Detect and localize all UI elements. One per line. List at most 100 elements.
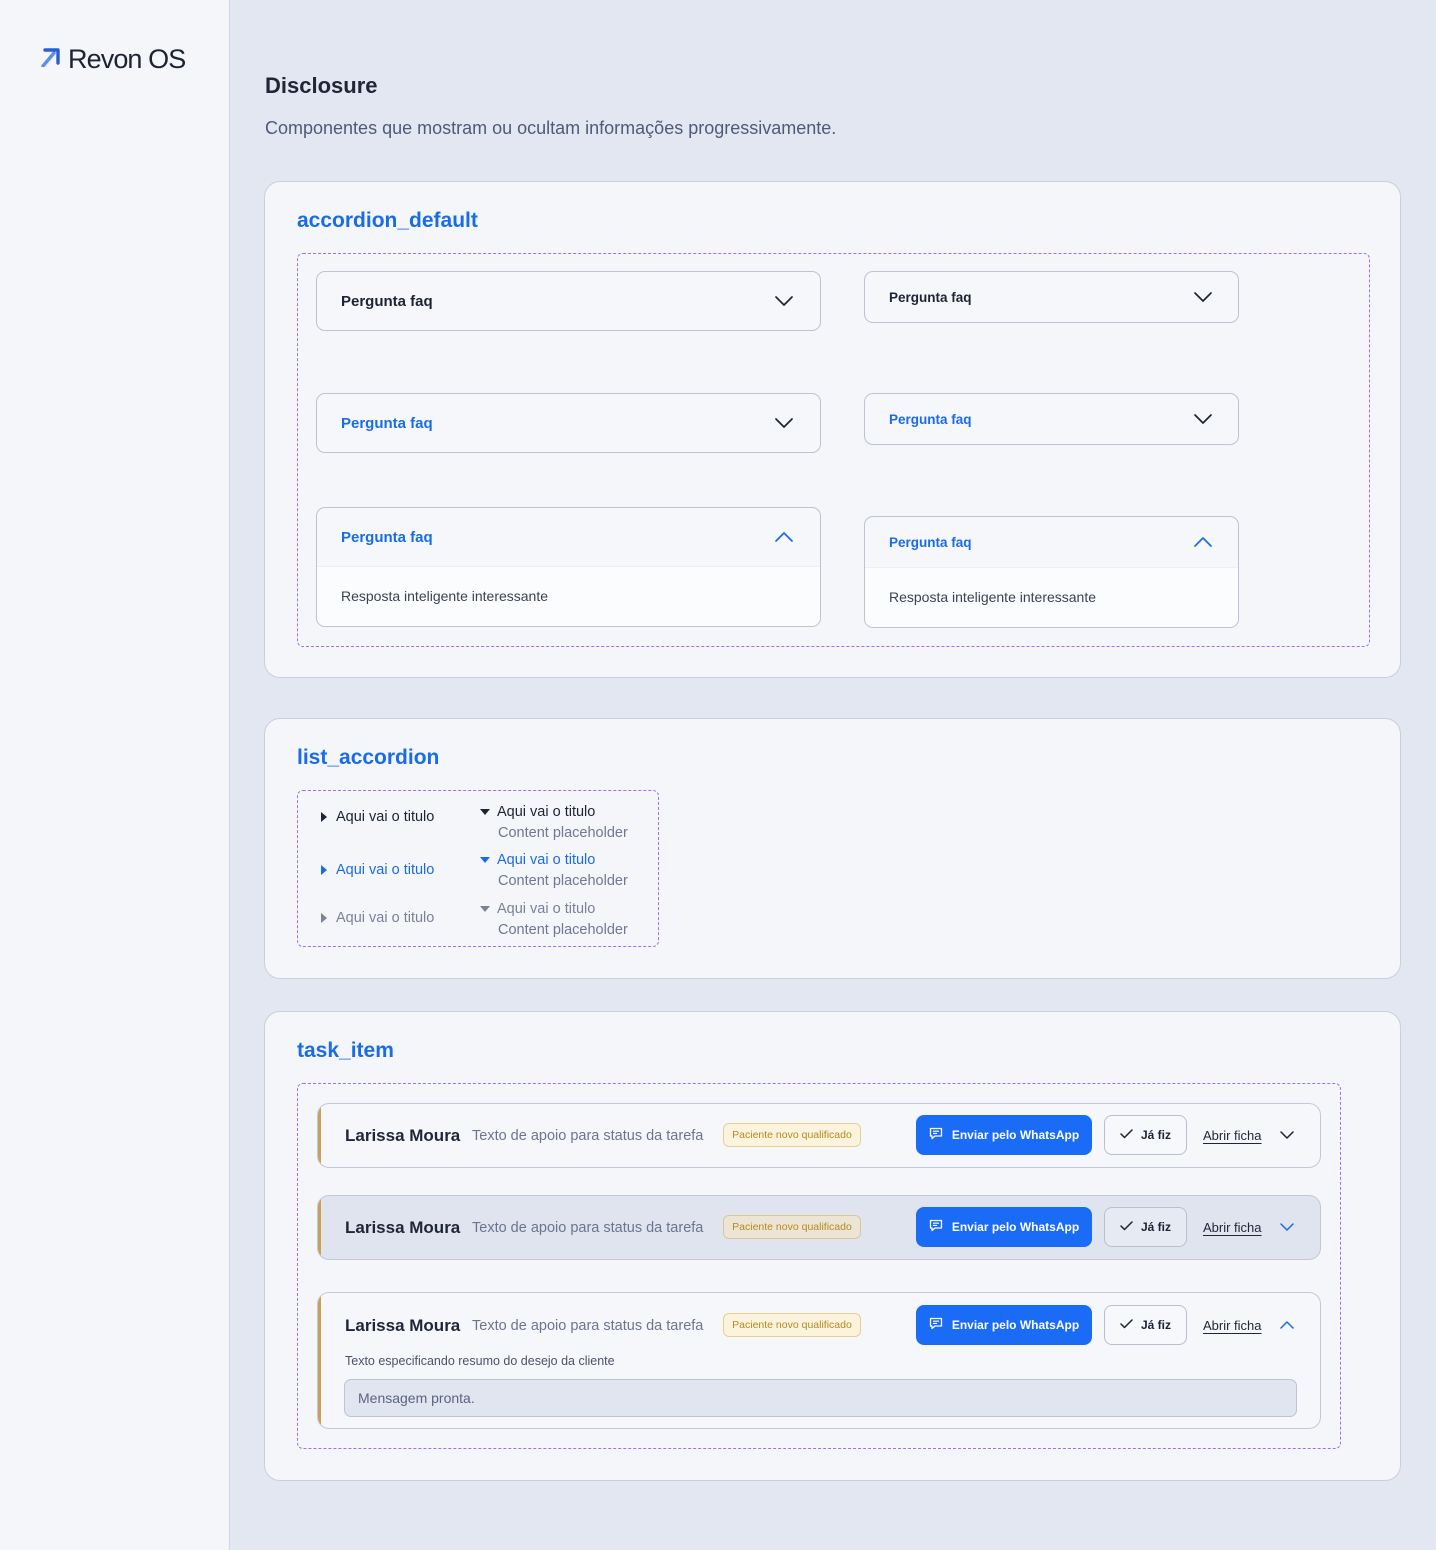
chevron-up-icon	[773, 526, 795, 548]
caret-down-icon	[480, 906, 490, 912]
chevron-up-icon[interactable]	[1277, 1315, 1297, 1335]
caret-down-icon	[480, 809, 490, 815]
accordion-label: Pergunta faq	[341, 292, 433, 310]
open-record-link[interactable]: Abrir ficha	[1203, 1318, 1262, 1333]
done-button-label: Já fiz	[1140, 1128, 1171, 1142]
task-header: Larissa Moura Texto de apoio para status…	[318, 1293, 1320, 1357]
open-record-link[interactable]: Abrir ficha	[1203, 1128, 1262, 1143]
done-button-label: Já fiz	[1140, 1220, 1171, 1234]
check-icon	[1120, 1220, 1133, 1234]
whatsapp-button[interactable]: Enviar pelo WhatsApp	[916, 1305, 1092, 1345]
accordion-answer: Resposta inteligente interessante	[889, 589, 1097, 605]
status-badge: Paciente novo qualificado	[723, 1123, 861, 1147]
whatsapp-button[interactable]: Enviar pelo WhatsApp	[916, 1115, 1092, 1155]
list-accordion-content: Content placeholder	[498, 873, 628, 889]
task-summary: Texto especificando resumo do desejo da …	[345, 1354, 615, 1368]
accordion-label: Pergunta faq	[889, 289, 972, 305]
section-title: accordion_default	[297, 209, 478, 232]
status-badge: Paciente novo qualificado	[723, 1215, 861, 1239]
list-accordion-title: Aqui vai o titulo	[336, 862, 435, 878]
chevron-up-icon	[1192, 531, 1214, 553]
task-header: Larissa Moura Texto de apoio para status…	[318, 1196, 1320, 1259]
accordion-label: Pergunta faq	[341, 414, 433, 432]
caret-right-icon	[321, 812, 327, 822]
accordion-answer: Resposta inteligente interessante	[341, 588, 549, 604]
chevron-down-icon[interactable]	[1277, 1125, 1297, 1145]
check-icon	[1120, 1128, 1133, 1142]
task-description: Texto de apoio para status da tarefa	[472, 1318, 704, 1334]
brand-name: Revon OS	[68, 44, 186, 74]
page-title: Disclosure	[265, 73, 378, 98]
task-patient-name: Larissa Moura	[345, 1218, 461, 1237]
chevron-down-icon	[773, 412, 795, 434]
sidebar: Revon OS	[0, 0, 230, 1550]
chat-icon	[929, 1127, 943, 1143]
task-item-card: task_item Larissa Moura Texto de apoio p…	[264, 1011, 1401, 1481]
accordion-header[interactable]: Pergunta faq	[865, 394, 1238, 444]
list-accordion-content: Content placeholder	[498, 922, 628, 938]
accordion-item-compact-hover[interactable]: Pergunta faq	[864, 393, 1239, 445]
task-header: Larissa Moura Texto de apoio para status…	[318, 1104, 1320, 1167]
task-patient-name: Larissa Moura	[345, 1316, 461, 1335]
accordion-item-compact-open[interactable]: Pergunta faq Resposta inteligente intere…	[864, 516, 1239, 628]
caret-down-icon	[480, 857, 490, 863]
list-accordion-item-expanded[interactable]: Aqui vai o titulo	[480, 804, 595, 820]
list-accordion-title: Aqui vai o titulo	[497, 804, 596, 820]
brand-logo[interactable]: Revon OS	[41, 44, 186, 75]
accordion-item[interactable]: Pergunta faq	[316, 271, 821, 331]
accordion-body: Resposta inteligente interessante	[865, 567, 1238, 627]
chevron-down-icon	[1192, 408, 1214, 430]
task-description: Texto de apoio para status da tarefa	[472, 1220, 704, 1236]
task-item[interactable]: Larissa Moura Texto de apoio para status…	[317, 1103, 1321, 1168]
whatsapp-button-label: Enviar pelo WhatsApp	[951, 1220, 1080, 1234]
accordion-label: Pergunta faq	[889, 411, 972, 427]
section-title: list_accordion	[297, 746, 440, 769]
section-title: task_item	[297, 1039, 394, 1062]
accordion-item-hover[interactable]: Pergunta faq	[316, 393, 821, 453]
list-accordion-item[interactable]: Aqui vai o titulo	[321, 809, 434, 825]
whatsapp-button[interactable]: Enviar pelo WhatsApp	[916, 1207, 1092, 1247]
task-item-hover[interactable]: Larissa Moura Texto de apoio para status…	[317, 1195, 1321, 1260]
done-button[interactable]: Já fiz	[1104, 1305, 1187, 1345]
list-accordion-item-active[interactable]: Aqui vai o titulo	[321, 862, 434, 878]
task-description: Texto de apoio para status da tarefa	[472, 1128, 704, 1144]
accordion-header[interactable]: Pergunta faq	[317, 394, 820, 452]
accordion-item-open[interactable]: Pergunta faq Resposta inteligente intere…	[316, 507, 821, 627]
accordion-body: Resposta inteligente interessante	[317, 566, 820, 626]
accordion-header[interactable]: Pergunta faq	[317, 508, 820, 566]
accordion-label: Pergunta faq	[341, 528, 433, 546]
list-accordion-title: Aqui vai o titulo	[497, 852, 596, 868]
accordion-header[interactable]: Pergunta faq	[317, 272, 820, 330]
open-record-link[interactable]: Abrir ficha	[1203, 1220, 1262, 1235]
chevron-down-icon	[773, 290, 795, 312]
done-button[interactable]: Já fiz	[1104, 1207, 1187, 1247]
ready-message-field[interactable]: Mensagem pronta.	[344, 1379, 1297, 1417]
chat-icon	[929, 1219, 943, 1235]
list-accordion-item-expanded-active[interactable]: Aqui vai o titulo	[480, 852, 595, 868]
accordion-label: Pergunta faq	[889, 534, 972, 550]
whatsapp-button-label: Enviar pelo WhatsApp	[951, 1128, 1080, 1142]
status-badge: Paciente novo qualificado	[723, 1313, 861, 1337]
accordion-item-compact[interactable]: Pergunta faq	[864, 271, 1239, 323]
list-accordion-item-disabled[interactable]: Aqui vai o titulo	[321, 910, 434, 926]
chat-icon	[929, 1317, 943, 1333]
accordion-header[interactable]: Pergunta faq	[865, 517, 1238, 567]
list-accordion-card: list_accordion Aqui vai o titulo Aqui va…	[264, 718, 1401, 979]
list-accordion-content: Content placeholder	[498, 825, 628, 841]
revon-logo-icon	[41, 47, 63, 72]
accordion-header[interactable]: Pergunta faq	[865, 272, 1238, 322]
task-patient-name: Larissa Moura	[345, 1126, 461, 1145]
chevron-down-icon	[1192, 286, 1214, 308]
done-button[interactable]: Já fiz	[1104, 1115, 1187, 1155]
caret-right-icon	[321, 865, 327, 875]
chevron-down-icon[interactable]	[1277, 1217, 1297, 1237]
list-accordion-title: Aqui vai o titulo	[336, 809, 435, 825]
done-button-label: Já fiz	[1140, 1318, 1171, 1332]
whatsapp-button-label: Enviar pelo WhatsApp	[951, 1318, 1080, 1332]
caret-right-icon	[321, 913, 327, 923]
list-accordion-item-expanded-disabled[interactable]: Aqui vai o titulo	[480, 901, 595, 917]
list-accordion-title: Aqui vai o titulo	[336, 910, 435, 926]
check-icon	[1120, 1318, 1133, 1332]
task-item-expanded[interactable]: Larissa Moura Texto de apoio para status…	[317, 1292, 1321, 1429]
page-subtitle: Componentes que mostram ou ocultam infor…	[265, 118, 837, 138]
